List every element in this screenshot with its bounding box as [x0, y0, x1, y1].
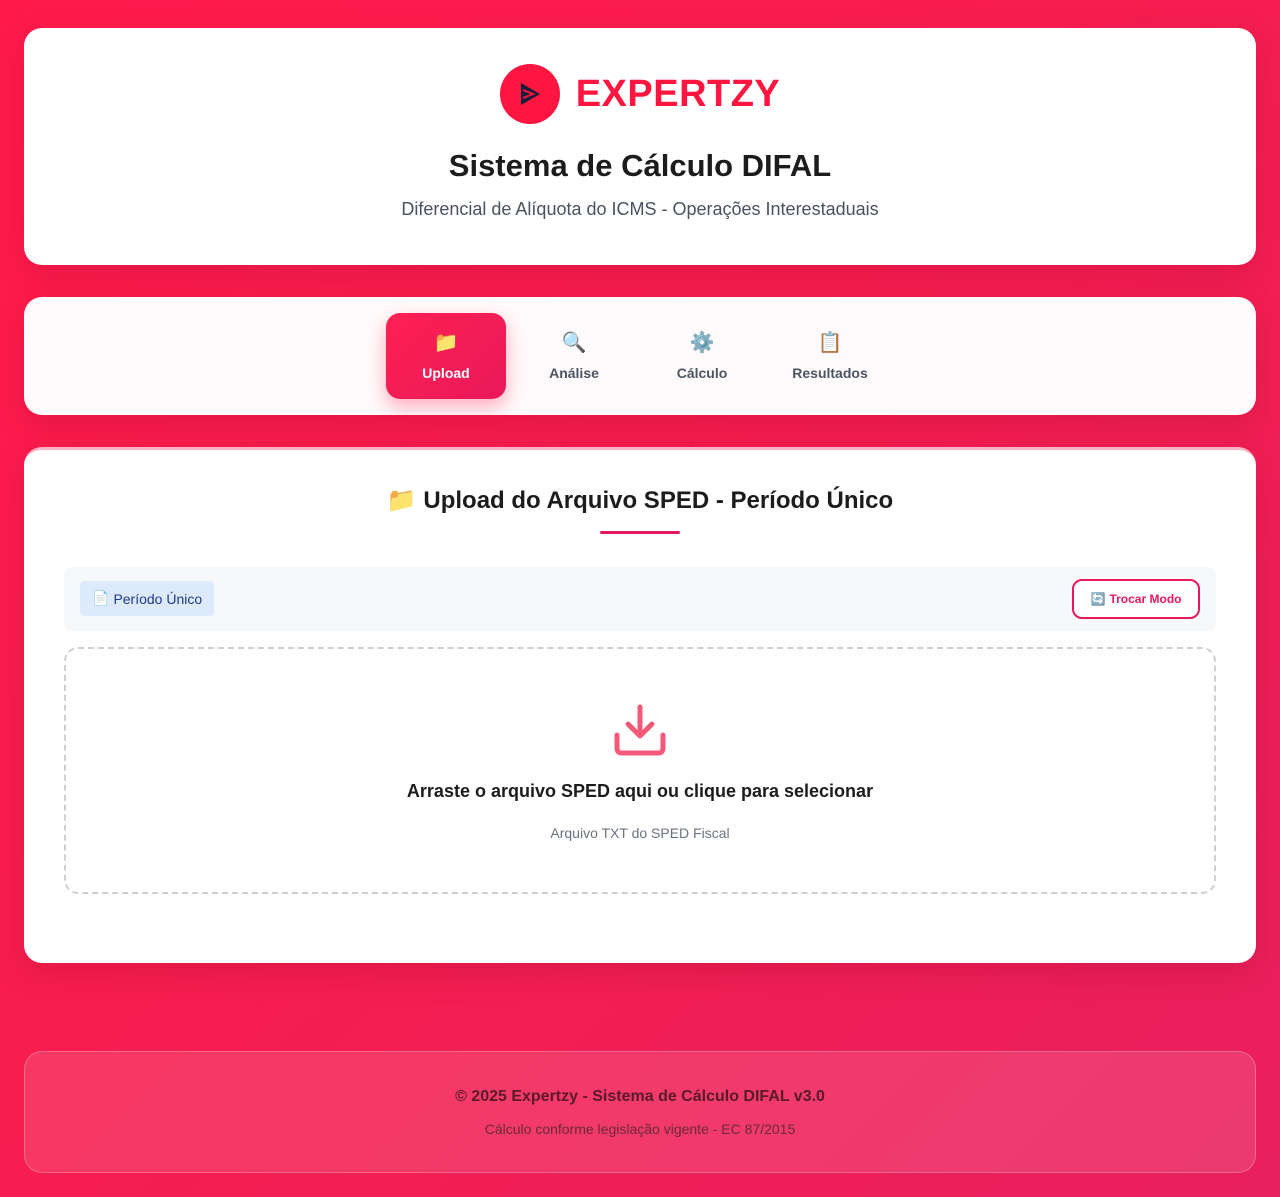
- folder-icon: 📁: [386, 487, 417, 514]
- step-list: 📁 Upload 🔍 Análise ⚙️ Cálculo 📋 Resultad…: [386, 313, 890, 399]
- footer: © 2025 Expertzy - Sistema de Cálculo DIF…: [24, 1051, 1256, 1173]
- step-upload[interactable]: 📁 Upload: [386, 313, 506, 399]
- step-nav: 📁 Upload 🔍 Análise ⚙️ Cálculo 📋 Resultad…: [24, 297, 1256, 415]
- switch-mode-button[interactable]: 🔄 Trocar Modo: [1072, 579, 1200, 619]
- header-card: EXPERTZY Sistema de Cálculo DIFAL Difere…: [24, 28, 1256, 265]
- mode-badge: 📄 Período Único: [80, 581, 215, 616]
- step-label: Resultados: [792, 365, 868, 381]
- file-dropzone[interactable]: Arraste o arquivo SPED aqui ou clique pa…: [64, 647, 1216, 894]
- magnifier-icon: 🔍: [561, 332, 587, 354]
- gear-icon: ⚙️: [689, 332, 715, 354]
- document-icon: 📄: [92, 590, 110, 606]
- step-analise[interactable]: 🔍 Análise: [514, 313, 634, 399]
- footer-copyright: © 2025 Expertzy - Sistema de Cálculo DIF…: [455, 1088, 825, 1105]
- page-title: Sistema de Cálculo DIFAL: [448, 148, 832, 183]
- page-subtitle: Diferencial de Alíquota do ICMS - Operaç…: [401, 199, 879, 219]
- mode-badge-label: Período Único: [113, 590, 203, 607]
- upload-card: 📁 Upload do Arquivo SPED - Período Único…: [24, 447, 1256, 963]
- clipboard-icon: 📋: [817, 332, 843, 354]
- download-icon: [612, 703, 668, 764]
- step-label: Cálculo: [676, 365, 728, 381]
- logo-icon: [499, 64, 560, 124]
- section-title-text: Upload do Arquivo SPED - Período Único: [423, 487, 894, 514]
- step-label: Análise: [549, 365, 599, 381]
- mode-bar: 📄 Período Único 🔄 Trocar Modo: [64, 567, 1216, 631]
- dropzone-hint: Arquivo TXT do SPED Fiscal: [550, 825, 730, 841]
- switch-mode-label: Trocar Modo: [1109, 592, 1182, 606]
- step-label: Upload: [422, 365, 470, 381]
- brand-name: EXPERTZY: [575, 72, 781, 115]
- refresh-icon: 🔄: [1090, 592, 1106, 606]
- dropzone-title: Arraste o arquivo SPED aqui ou clique pa…: [406, 781, 874, 801]
- section-title: 📁 Upload do Arquivo SPED - Período Único: [24, 486, 1256, 515]
- footer-legal-note: Cálculo conforme legislação vigente - EC…: [484, 1121, 796, 1137]
- step-calculo[interactable]: ⚙️ Cálculo: [642, 313, 762, 399]
- title-underline: [600, 531, 680, 534]
- step-resultados[interactable]: 📋 Resultados: [770, 313, 890, 399]
- brand: EXPERTZY: [24, 64, 1256, 124]
- folder-icon: 📁: [433, 332, 459, 354]
